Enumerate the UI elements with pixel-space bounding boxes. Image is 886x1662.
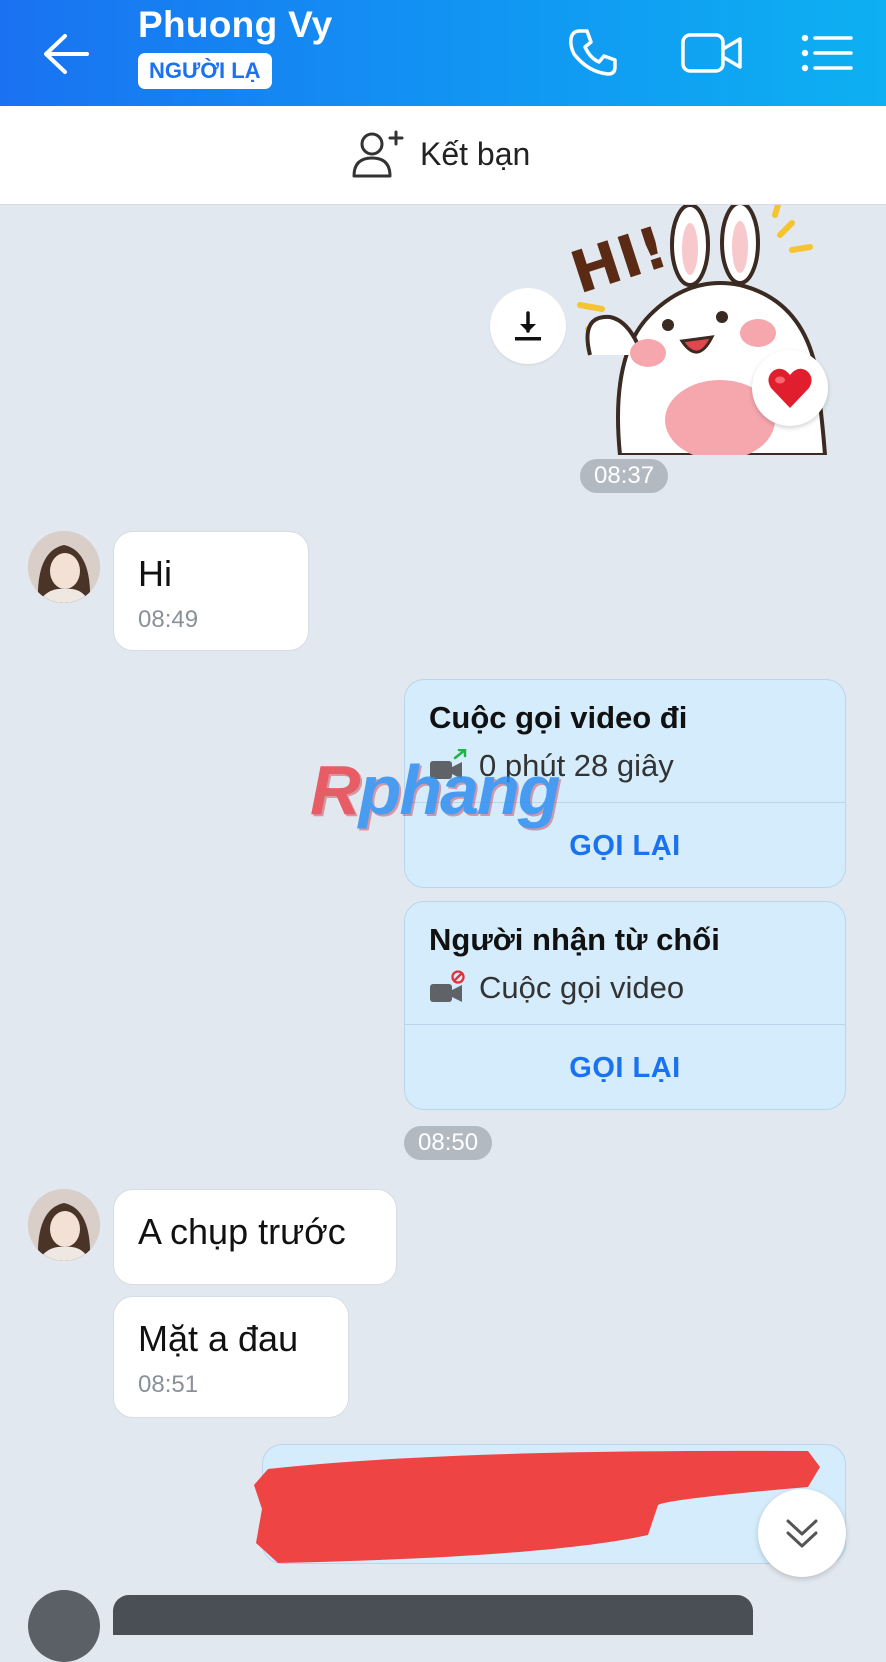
- call-type: Cuộc gọi video: [479, 970, 685, 1005]
- message-bubble-partial[interactable]: [113, 1595, 753, 1635]
- timestamp-pill: 08:50: [404, 1126, 493, 1160]
- voice-call-button[interactable]: [560, 20, 626, 86]
- avatar-photo: [28, 531, 100, 603]
- contact-avatar[interactable]: [28, 1590, 100, 1662]
- scroll-to-bottom-button[interactable]: [758, 1489, 846, 1577]
- add-friend-button[interactable]: Kết bạn: [350, 128, 530, 180]
- stranger-badge: NGƯỜI LẠ: [138, 53, 272, 89]
- phone-icon: [569, 29, 617, 76]
- message-text: A chụp trước: [138, 1211, 346, 1252]
- double-chevron-down-icon: [786, 1519, 818, 1548]
- svg-text:HI!: HI!: [570, 213, 676, 308]
- avatar-photo: [28, 1189, 100, 1261]
- call-title: Cuộc gọi video đi: [429, 700, 688, 735]
- video-call-button[interactable]: [676, 22, 748, 84]
- contact-name[interactable]: Phuong Vy: [138, 4, 333, 46]
- video-call-icon: [681, 33, 742, 73]
- contact-avatar[interactable]: [28, 531, 100, 603]
- message-bubble[interactable]: A chụp trước: [113, 1189, 397, 1285]
- add-friend-label: Kết bạn: [420, 135, 531, 172]
- download-icon: [515, 311, 541, 341]
- call-title: Người nhận từ chối: [429, 922, 720, 957]
- back-button[interactable]: [34, 22, 98, 86]
- add-friend-bar: Kết bạn: [0, 106, 886, 205]
- message-text: Mặt a đau: [138, 1318, 299, 1359]
- watermark-logo: Rphang: [310, 751, 561, 829]
- message-bubble[interactable]: Mặt a đau 08:51: [113, 1296, 349, 1418]
- menu-list-icon: [801, 34, 853, 72]
- call-back-button[interactable]: GỌI LẠI: [405, 1024, 845, 1109]
- timestamp-pill: 08:37: [580, 459, 669, 493]
- back-arrow-icon: [44, 34, 89, 74]
- message-time: 08:51: [138, 1371, 199, 1398]
- chat-area[interactable]: HI! 08:37 Hi 08:49 Cuộc gọi video đi 0 p…: [0, 201, 886, 1662]
- download-button[interactable]: [490, 288, 566, 364]
- declined-video-call-card[interactable]: Người nhận từ chối Cuộc gọi video GỌI LẠ…: [404, 901, 846, 1110]
- redaction-scribble: [254, 1450, 820, 1563]
- chat-header: Phuong Vy NGƯỜI LẠ: [0, 0, 886, 106]
- message-text: Hi: [138, 553, 172, 594]
- message-bubble-hi[interactable]: Hi 08:49: [113, 531, 309, 651]
- message-time: 08:49: [138, 606, 199, 633]
- menu-button[interactable]: [798, 24, 856, 82]
- declined-video-icon: [430, 970, 465, 1002]
- contact-avatar[interactable]: [28, 1189, 100, 1261]
- add-friend-icon: [352, 130, 404, 178]
- heart-reaction-button[interactable]: [752, 350, 828, 426]
- heart-icon: [768, 368, 812, 408]
